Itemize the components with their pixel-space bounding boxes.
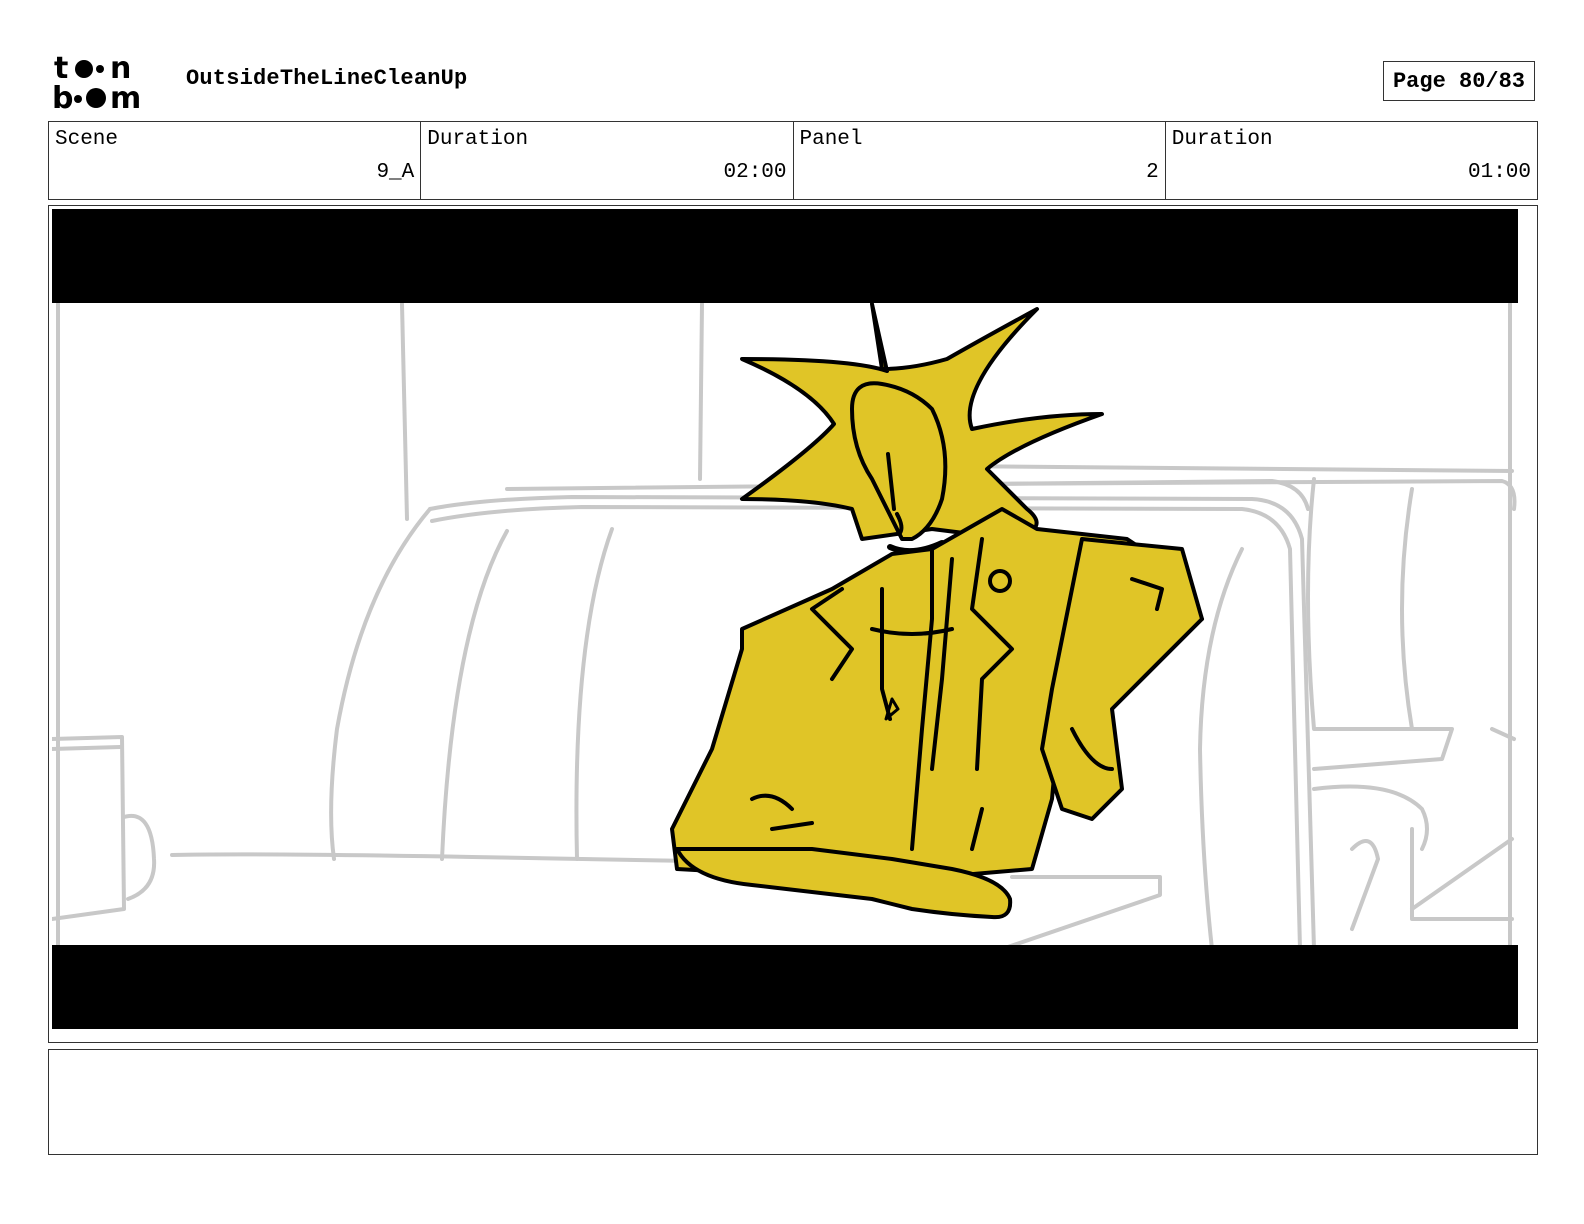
panel-label: Panel [799, 128, 863, 151]
panel-notes-box [48, 1049, 1538, 1155]
panel-duration-label: Duration [1171, 128, 1273, 151]
project-title: OutsideTheLineCleanUp [186, 66, 468, 91]
panel-drawing [52, 209, 1518, 1029]
panel-value: 2 [1146, 161, 1159, 184]
panel-cell: Panel 2 [794, 122, 1166, 199]
letterbox-bottom [52, 945, 1518, 1029]
scene-cell: Scene 9_A [49, 122, 422, 199]
scene-duration-value: 02:00 [723, 161, 787, 184]
panel-duration-cell: Duration 01:00 [1166, 122, 1537, 199]
scene-duration-label: Duration [427, 128, 529, 151]
storyboard-panel [48, 205, 1538, 1043]
panel-duration-value: 01:00 [1467, 161, 1531, 184]
character-punk [670, 302, 1204, 920]
letterbox-top [52, 209, 1518, 303]
scene-duration-cell: Duration 02:00 [421, 122, 794, 199]
scene-label: Scene [55, 128, 119, 151]
page-indicator: Page 80/83 [1383, 61, 1535, 101]
svg-text:m: m [110, 81, 141, 112]
svg-text:b: b [52, 81, 73, 112]
toon-boom-logo: t n b m [52, 51, 164, 116]
scene-info-table: Scene 9_A Duration 02:00 Panel 2 Duratio… [48, 121, 1538, 200]
scene-value: 9_A [376, 161, 415, 184]
